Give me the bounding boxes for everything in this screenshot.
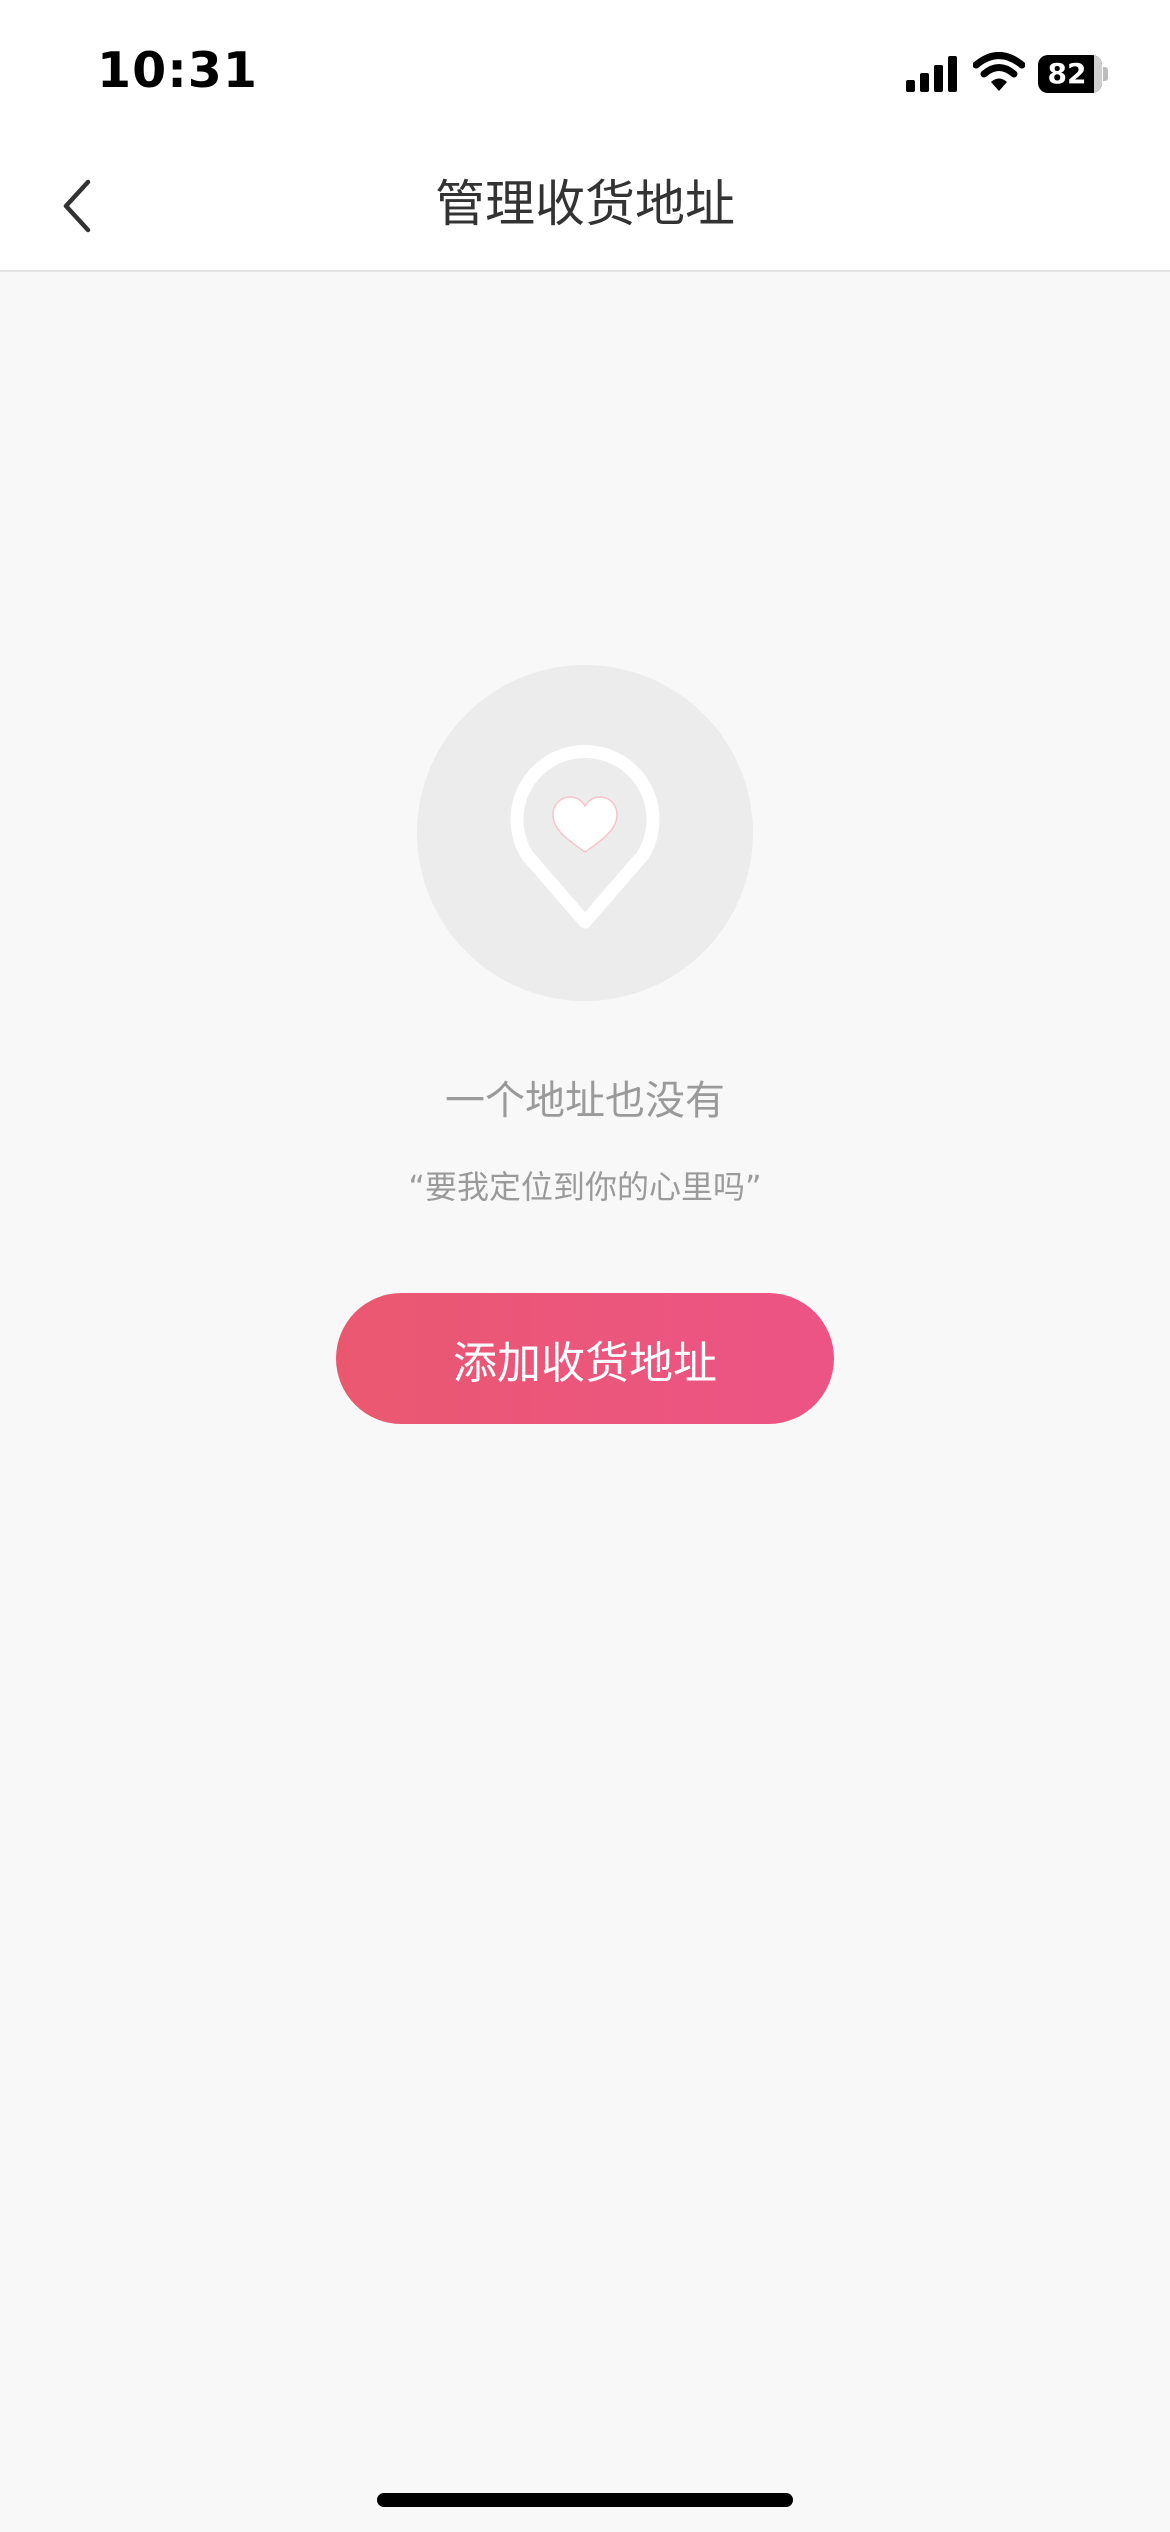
page-title: 管理收货地址 — [435, 175, 735, 233]
empty-state-illustration — [417, 665, 753, 1001]
battery-body: 82 — [1038, 55, 1102, 93]
status-time: 10:31 — [97, 42, 258, 99]
battery-icon: 82 — [1038, 55, 1108, 93]
wifi-icon — [973, 52, 1025, 91]
battery-level: 82 — [1047, 57, 1087, 90]
empty-state-subtitle: “要我定位到你的心里吗” — [408, 1168, 762, 1206]
navigation-bar: 管理收货地址 — [0, 140, 1170, 272]
header-area: 10:31 82 管理收货地址 — [0, 0, 1170, 272]
signal-icon — [906, 56, 957, 92]
empty-state-title: 一个地址也没有 — [445, 1078, 725, 1124]
home-indicator[interactable] — [377, 2493, 793, 2507]
battery-cap — [1103, 67, 1108, 81]
address-management-screen: 10:31 82 管理收货地址 一个地址也没有 “要我定位到你的心里吗” 添加收… — [0, 0, 1170, 2532]
location-pin-heart-icon — [510, 745, 660, 929]
status-bar: 10:31 82 — [0, 0, 1170, 140]
add-address-button[interactable]: 添加收货地址 — [336, 1293, 834, 1424]
